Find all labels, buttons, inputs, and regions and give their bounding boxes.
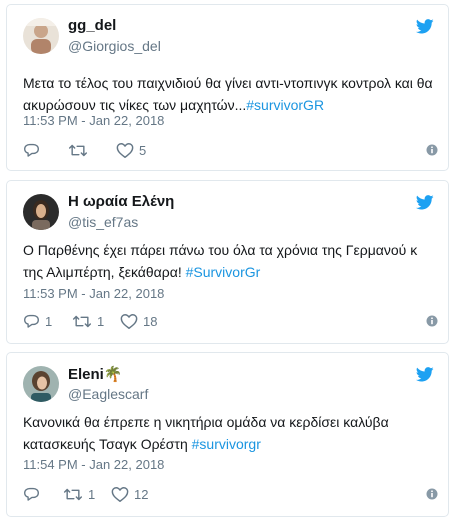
tweet-timestamp[interactable]: 11:53 PM - Jan 22, 2018 xyxy=(23,113,164,128)
reply-icon xyxy=(24,487,39,501)
user-avatar[interactable] xyxy=(23,194,59,230)
hashtag-link[interactable]: #survivorGR xyxy=(246,97,324,113)
tweet-card[interactable]: gg_del @Giorgios_del Μετα το τέλος του π… xyxy=(6,4,449,171)
retweet-icon xyxy=(68,144,88,156)
user-display-name[interactable]: gg_del xyxy=(68,17,116,34)
tweet-actions: 1 1 18 xyxy=(23,311,438,331)
reply-button[interactable]: 1 xyxy=(23,311,52,331)
user-display-name-text: Eleni xyxy=(68,366,104,383)
tweet-card[interactable]: Η ωραία Ελένη @tis_ef7as Ο Παρθένης έχει… xyxy=(6,180,449,344)
user-avatar[interactable] xyxy=(23,366,59,402)
heart-icon xyxy=(120,313,138,329)
tweet-text: Ο Παρθένης έχει πάρει πάνω του όλα τα χρ… xyxy=(23,239,433,283)
twitter-bird-icon[interactable] xyxy=(415,195,434,210)
reply-button[interactable] xyxy=(23,140,45,160)
tweet-card[interactable]: Eleni🌴 @Eaglescarf Κανονικά θα έπρεπε η … xyxy=(6,352,449,517)
retweet-icon xyxy=(63,488,83,500)
user-display-name[interactable]: Η ωραία Ελένη xyxy=(68,193,174,210)
info-button[interactable] xyxy=(426,140,438,160)
info-icon xyxy=(426,488,438,500)
retweet-button[interactable] xyxy=(68,140,93,160)
info-icon xyxy=(426,315,438,327)
info-icon xyxy=(426,144,438,156)
retweet-button[interactable]: 1 xyxy=(72,311,104,331)
retweet-icon xyxy=(72,315,92,327)
twitter-bird-icon[interactable] xyxy=(415,19,434,34)
heart-icon xyxy=(111,486,129,502)
reply-count: 1 xyxy=(45,313,53,329)
retweet-button[interactable]: 1 xyxy=(63,484,95,504)
like-count: 12 xyxy=(134,486,149,502)
like-button[interactable]: 12 xyxy=(111,484,148,504)
tweet-timestamp[interactable]: 11:54 PM - Jan 22, 2018 xyxy=(23,457,164,472)
reply-icon xyxy=(24,314,39,328)
user-avatar[interactable] xyxy=(23,18,59,54)
tweet-text: Μετα το τέλος του παιχνιδιού θα γίνει αν… xyxy=(23,72,433,116)
tweet-timestamp[interactable]: 11:53 PM - Jan 22, 2018 xyxy=(23,286,164,301)
tweet-actions: 1 12 xyxy=(23,484,438,504)
like-count: 18 xyxy=(143,313,158,329)
user-handle[interactable]: @tis_ef7as xyxy=(68,214,138,230)
user-handle[interactable]: @Giorgios_del xyxy=(68,38,161,54)
user-handle[interactable]: @Eaglescarf xyxy=(68,386,148,402)
like-button[interactable]: 18 xyxy=(120,311,157,331)
heart-icon xyxy=(116,142,134,158)
info-button[interactable] xyxy=(426,484,438,504)
reply-button[interactable] xyxy=(23,484,45,504)
info-button[interactable] xyxy=(426,311,438,331)
palm-tree-emoji: 🌴 xyxy=(103,366,123,383)
retweet-count: 1 xyxy=(97,313,105,329)
tweet-actions: 5 xyxy=(23,140,438,160)
twitter-bird-icon[interactable] xyxy=(415,367,434,382)
retweet-count: 1 xyxy=(88,486,96,502)
hashtag-link[interactable]: #SurvivorGr xyxy=(186,264,261,280)
tweet-text-body: Μετα το τέλος του παιχνιδιού θα γίνει αν… xyxy=(23,75,433,113)
like-count: 5 xyxy=(139,142,147,158)
user-display-name[interactable]: Eleni🌴 xyxy=(68,365,123,383)
hashtag-link[interactable]: #survivorgr xyxy=(192,436,261,452)
reply-icon xyxy=(24,143,39,157)
like-button[interactable]: 5 xyxy=(116,140,146,160)
tweet-text: Κανονικά θα έπρεπε η νικητήρια ομάδα να … xyxy=(23,411,433,455)
